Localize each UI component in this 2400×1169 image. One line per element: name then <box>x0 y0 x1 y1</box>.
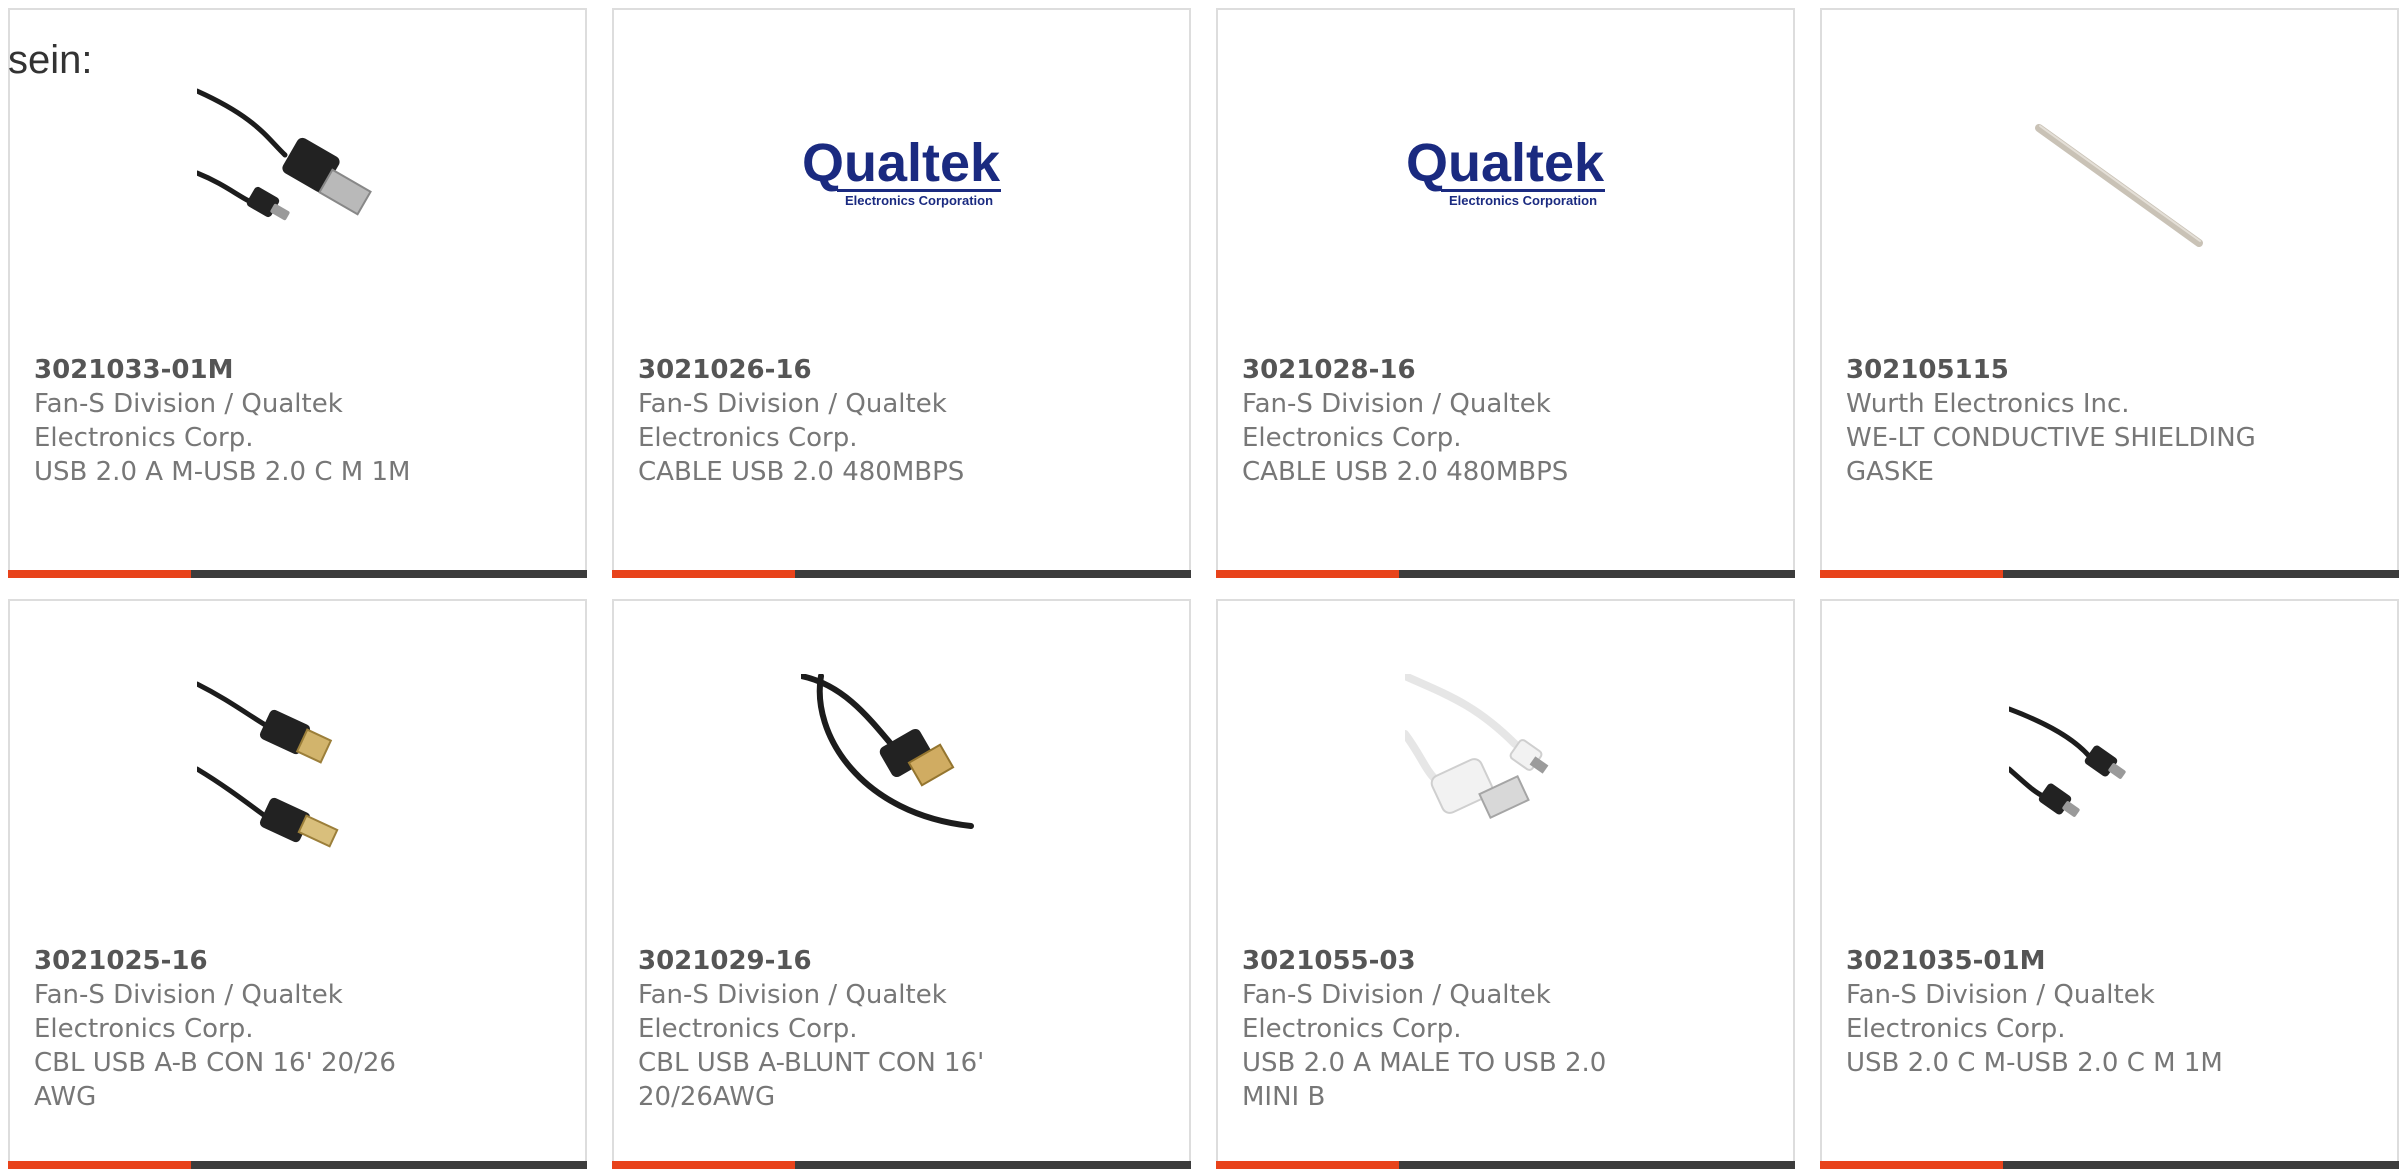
product-card[interactable]: 3021055-03 Fan-S Division / Qualtek Elec… <box>1216 599 1795 1169</box>
card-footer-bar <box>612 570 1191 578</box>
shielding-gasket-strip-icon <box>2009 83 2209 283</box>
product-card[interactable]: 3021029-16 Fan-S Division / Qualtek Elec… <box>612 599 1191 1169</box>
product-card[interactable]: 3021035-01M Fan-S Division / Qualtek Ele… <box>1820 599 2399 1169</box>
card-accent-bar <box>1216 1161 1399 1169</box>
card-accent-bar <box>612 570 795 578</box>
logo-tagline: Electronics Corporation <box>845 193 993 208</box>
manufacturer: Fan-S Division / Qualtek Electronics Cor… <box>34 389 343 453</box>
product-card[interactable]: Qualtek Electronics Corporation 3021028-… <box>1216 8 1795 578</box>
card-accent-bar <box>8 1161 191 1169</box>
qualtek-logo: Qualtek Electronics Corporation <box>801 83 1001 283</box>
product-card[interactable]: Qualtek Electronics Corporation 3021026-… <box>612 8 1191 578</box>
part-number[interactable]: 3021035-01M <box>1846 944 2373 978</box>
card-footer-bar <box>8 1161 587 1169</box>
manufacturer: Wurth Electronics Inc. <box>1846 389 2130 419</box>
card-footer-bar <box>1216 570 1795 578</box>
card-accent-bar <box>612 1161 795 1169</box>
product-description: CBL USB A-BLUNT CON 16' 20/26AWG <box>638 1048 985 1112</box>
part-number[interactable]: 3021028-16 <box>1242 353 1769 387</box>
logo-name: Qualtek <box>1406 133 1605 193</box>
card-accent-bar <box>1820 1161 2003 1169</box>
usb-a-to-usb-c-cable-icon <box>197 83 397 283</box>
manufacturer: Fan-S Division / Qualtek Electronics Cor… <box>34 980 343 1044</box>
product-description: CABLE USB 2.0 480MBPS <box>638 457 965 487</box>
intro-text: sein: <box>8 38 93 82</box>
usb-c-to-usb-c-cable-icon <box>2009 674 2209 874</box>
product-card[interactable]: 3021025-16 Fan-S Division / Qualtek Elec… <box>8 599 587 1169</box>
manufacturer: Fan-S Division / Qualtek Electronics Cor… <box>638 389 947 453</box>
product-description: CABLE USB 2.0 480MBPS <box>1242 457 1569 487</box>
logo-tagline: Electronics Corporation <box>1449 193 1597 208</box>
part-number[interactable]: 302105115 <box>1846 353 2373 387</box>
product-description: USB 2.0 A MALE TO USB 2.0 MINI B <box>1242 1048 1607 1112</box>
card-footer-bar <box>1216 1161 1795 1169</box>
product-description: USB 2.0 A M-USB 2.0 C M 1M <box>34 457 411 487</box>
card-accent-bar <box>8 570 191 578</box>
manufacturer: Fan-S Division / Qualtek Electronics Cor… <box>1242 980 1551 1044</box>
part-number[interactable]: 3021033-01M <box>34 353 561 387</box>
usb-a-to-usb-b-cable-icon <box>197 674 397 874</box>
manufacturer: Fan-S Division / Qualtek Electronics Cor… <box>1242 389 1551 453</box>
product-description: USB 2.0 C M-USB 2.0 C M 1M <box>1846 1048 2223 1078</box>
card-footer-bar <box>1820 570 2399 578</box>
product-card[interactable]: 302105115 Wurth Electronics Inc. WE-LT C… <box>1820 8 2399 578</box>
logo-name: Qualtek <box>802 133 1001 193</box>
part-number[interactable]: 3021055-03 <box>1242 944 1769 978</box>
manufacturer: Fan-S Division / Qualtek Electronics Cor… <box>638 980 947 1044</box>
usb-a-blunt-cable-icon <box>801 674 1001 874</box>
product-grid: 3021033-01M Fan-S Division / Qualtek Ele… <box>8 8 2399 1169</box>
product-card[interactable]: 3021033-01M Fan-S Division / Qualtek Ele… <box>8 8 587 578</box>
part-number[interactable]: 3021025-16 <box>34 944 561 978</box>
card-accent-bar <box>1216 570 1399 578</box>
usb-a-to-mini-b-cable-icon <box>1405 674 1605 874</box>
card-footer-bar <box>8 570 587 578</box>
card-footer-bar <box>1820 1161 2399 1169</box>
card-accent-bar <box>1820 570 2003 578</box>
product-description: WE-LT CONDUCTIVE SHIELDING GASKE <box>1846 423 2256 487</box>
part-number[interactable]: 3021026-16 <box>638 353 1165 387</box>
qualtek-logo: Qualtek Electronics Corporation <box>1405 83 1605 283</box>
product-description: CBL USB A-B CON 16' 20/26 AWG <box>34 1048 396 1112</box>
part-number[interactable]: 3021029-16 <box>638 944 1165 978</box>
manufacturer: Fan-S Division / Qualtek Electronics Cor… <box>1846 980 2155 1044</box>
card-footer-bar <box>612 1161 1191 1169</box>
